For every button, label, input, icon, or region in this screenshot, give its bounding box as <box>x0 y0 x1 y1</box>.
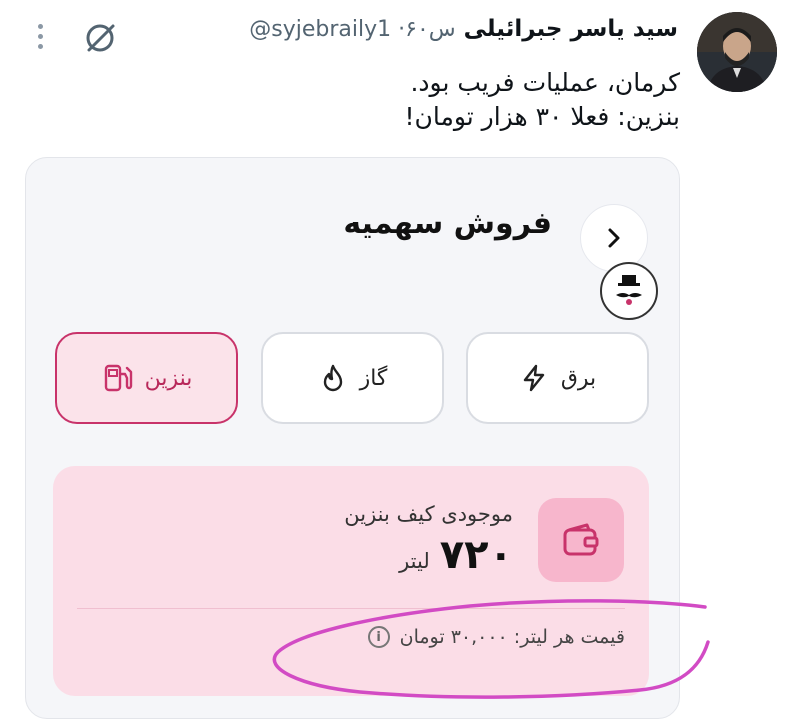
author-handle-time: @syjebraily1 ·۶۰س <box>249 17 456 42</box>
wallet-icon <box>538 498 624 582</box>
watermark-logo-icon <box>600 262 658 320</box>
tab-label: گاز <box>359 365 388 391</box>
price-per-liter: قیمت هر لیتر: ۳۰,۰۰۰ تومان <box>399 626 625 648</box>
screen-title: فروش سهمیه <box>343 206 552 241</box>
tab-gas[interactable]: گاز <box>261 332 444 424</box>
tab-label: برق <box>560 365 597 391</box>
tab-electricity[interactable]: برق <box>466 332 649 424</box>
tweet-line: بنزین: فعلا ۳۰ هزار تومان! <box>404 102 680 131</box>
tab-gasoline[interactable]: بنزین <box>55 332 238 424</box>
tab-label: بنزین <box>144 365 193 391</box>
flame-icon <box>323 364 342 392</box>
grok-icon[interactable] <box>80 18 120 58</box>
wallet-balance-value: ۷۲۰ <box>439 532 513 578</box>
tweet-author: سید یاسر جبرائیلی @syjebraily1 ·۶۰س <box>249 16 678 42</box>
price-per-liter-row: قیمت هر لیتر: ۳۰,۰۰۰ تومان i <box>367 626 625 648</box>
info-icon[interactable]: i <box>367 626 390 648</box>
wallet-balance: ۷۲۰ لیتر <box>399 532 513 578</box>
back-button[interactable] <box>580 204 648 272</box>
wallet-balance-label: موجودی کیف بنزین <box>344 502 513 526</box>
wallet-balance-unit: لیتر <box>399 549 430 573</box>
attached-image-card[interactable]: فروش سهمیه برق گاز بنزین موجودی کیف بنزی… <box>25 157 680 719</box>
fuel-pump-icon <box>104 364 132 392</box>
divider <box>77 608 625 609</box>
author-avatar[interactable] <box>697 12 777 92</box>
tweet-text: کرمان، عملیات فریب بود. بنزین: فعلا ۳۰ ه… <box>404 66 680 134</box>
chevron-right-icon <box>608 228 620 248</box>
author-name[interactable]: سید یاسر جبرائیلی <box>464 16 678 42</box>
gasoline-wallet-panel: موجودی کیف بنزین ۷۲۰ لیتر قیمت هر لیتر: … <box>53 466 649 696</box>
tweet-line: کرمان، عملیات فریب بود. <box>410 68 680 97</box>
lightning-icon <box>523 364 545 392</box>
more-options-icon[interactable] <box>28 18 52 54</box>
